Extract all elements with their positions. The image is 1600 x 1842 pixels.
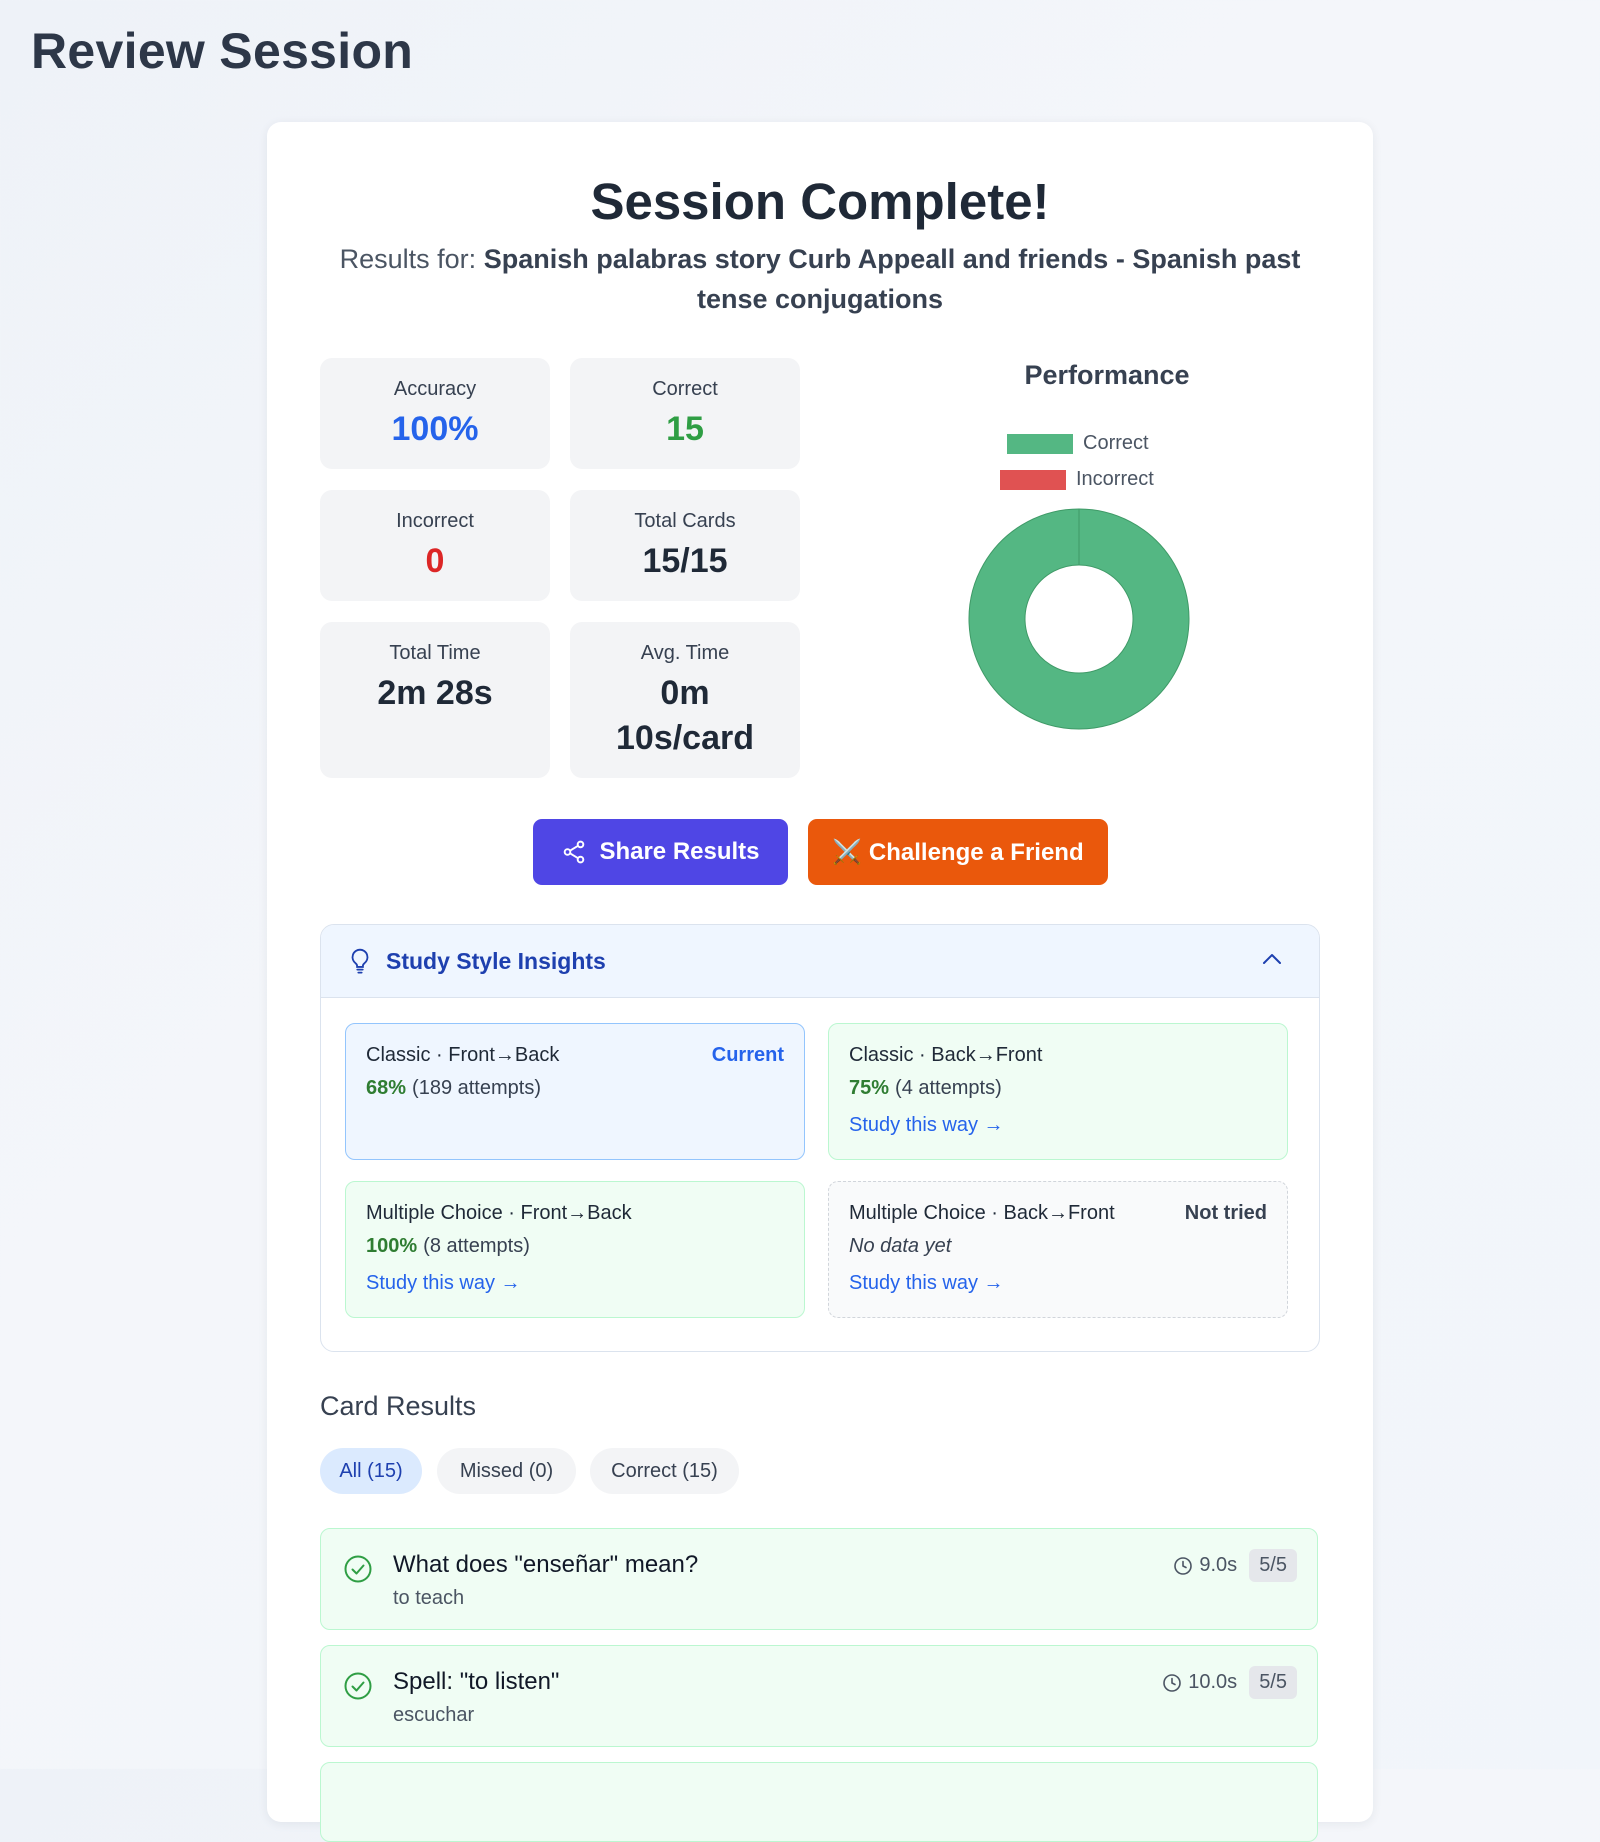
page-title: Review Session	[31, 23, 414, 79]
session-results-card: Session Complete! Results for: Spanish p…	[267, 122, 1373, 1842]
mode-accuracy: 68%	[366, 1077, 407, 1099]
insights-header[interactable]: Study Style Insights	[321, 925, 1319, 998]
study-this-way-link[interactable]: Study this way →	[366, 1272, 784, 1295]
results-prefix: Results for:	[339, 244, 477, 274]
stat-accuracy: Accuracy 100%	[320, 358, 550, 469]
stat-correct: Correct 15	[570, 358, 800, 469]
card-score-badge: 5/5	[1249, 1666, 1297, 1699]
stat-value-line1: 0m	[660, 674, 710, 712]
stat-label: Accuracy	[393, 378, 477, 400]
no-data-note: No data yet	[849, 1235, 952, 1257]
stat-label: Avg. Time	[640, 642, 730, 664]
mode-card-multiple-choice-front-back: Multiple Choice · Front→Back 100% (8 atte…	[345, 1181, 805, 1318]
stat-label: Correct	[652, 378, 718, 400]
results-for-text: Results for: Spanish palabras story Curb…	[337, 239, 1303, 319]
legend-label: Incorrect	[1076, 468, 1154, 490]
mode-name: Multiple Choice · Front→Back	[366, 1202, 632, 1224]
insights-title: Study Style Insights	[386, 947, 606, 974]
chart-title: Performance	[1024, 360, 1190, 390]
card-time: 10.0s	[1188, 1671, 1238, 1693]
share-icon	[561, 839, 587, 865]
mode-card-classic-back-front: Classic · Back→Front 75% (4 attempts) Stu…	[828, 1023, 1288, 1160]
stat-value: 0	[425, 542, 445, 580]
check-circle-icon	[343, 1671, 373, 1706]
clock-icon	[1173, 1556, 1193, 1576]
filter-missed[interactable]: Missed (0)	[437, 1448, 576, 1494]
stat-label: Incorrect	[396, 510, 474, 532]
mode-attempts: (189 attempts)	[412, 1077, 541, 1099]
mode-stats: 68% (189 attempts)	[366, 1077, 784, 1100]
study-this-way-link[interactable]: Study this way →	[849, 1272, 1267, 1295]
mode-stats: 100% (8 attempts)	[366, 1235, 784, 1258]
stat-value-line2: 10s/card	[616, 719, 754, 757]
mode-name: Classic · Back→Front	[849, 1044, 1043, 1066]
legend-label: Correct	[1083, 432, 1149, 454]
stat-value: 2m 28s	[377, 674, 493, 712]
study-style-insights-panel: Study Style Insights Classic · Front→Bac…	[320, 924, 1320, 1352]
session-complete-heading: Session Complete!	[590, 173, 1050, 230]
card-time: 9.0s	[1199, 1554, 1238, 1576]
legend-item-correct: Correct	[1007, 432, 1149, 455]
card-score-badge: 5/5	[1249, 1549, 1297, 1582]
share-results-label: Share Results	[599, 838, 760, 865]
stat-value: 15	[666, 410, 704, 448]
legend-item-incorrect: Incorrect	[1000, 468, 1154, 491]
stat-value: 100%	[391, 410, 479, 448]
stat-total-cards: Total Cards 15/15	[570, 490, 800, 601]
card-result-row[interactable]: What does "enseñar" mean? to teach 9.0s …	[320, 1528, 1318, 1630]
stat-label: Total Cards	[634, 510, 736, 532]
mode-card-classic-front-back: Classic · Front→Back Current 68% (189 att…	[345, 1023, 805, 1160]
performance-donut-chart	[968, 508, 1190, 730]
card-question: What does "enseñar" mean?	[393, 1551, 699, 1578]
filter-correct[interactable]: Correct (15)	[590, 1448, 739, 1494]
chevron-up-icon[interactable]	[1261, 951, 1283, 972]
card-result-row[interactable]	[320, 1762, 1318, 1842]
mode-stats: 75% (4 attempts)	[849, 1077, 1267, 1100]
mode-attempts: (8 attempts)	[423, 1235, 530, 1257]
mode-card-multiple-choice-back-front: Multiple Choice · Back→Front Not tried N…	[828, 1181, 1288, 1318]
stat-total-time: Total Time 2m 28s	[320, 622, 550, 778]
current-badge: Current	[711, 1044, 784, 1066]
challenge-friend-label: ⚔️ Challenge a Friend	[832, 838, 1084, 866]
mode-accuracy: 75%	[849, 1077, 890, 1099]
study-this-way-link[interactable]: Study this way →	[849, 1114, 1267, 1137]
legend-swatch-correct	[1007, 433, 1073, 454]
card-result-row[interactable]: Spell: "to listen" escuchar 10.0s 5/5	[320, 1645, 1318, 1747]
stat-label: Total Time	[389, 642, 481, 664]
share-results-button[interactable]: Share Results	[533, 819, 788, 885]
clock-icon	[1162, 1673, 1182, 1693]
card-answer: escuchar	[393, 1704, 475, 1726]
legend-swatch-incorrect	[1000, 469, 1066, 490]
filter-all[interactable]: All (15)	[320, 1448, 422, 1494]
card-meta: 10.0s 5/5	[1162, 1666, 1297, 1699]
stat-avg-time: Avg. Time 0m 10s/card	[570, 622, 800, 778]
check-circle-icon	[343, 1554, 373, 1589]
challenge-friend-button[interactable]: ⚔️ Challenge a Friend	[808, 819, 1108, 885]
lightbulb-icon	[347, 947, 373, 980]
stat-value: 15/15	[642, 542, 728, 580]
card-results-title: Card Results	[320, 1391, 477, 1421]
card-answer: to teach	[393, 1587, 465, 1609]
stat-incorrect: Incorrect 0	[320, 490, 550, 601]
mode-accuracy: 100%	[366, 1235, 418, 1257]
card-meta: 9.0s 5/5	[1173, 1549, 1297, 1582]
deck-name: Spanish palabras story Curb Appeall and …	[483, 244, 1301, 314]
mode-attempts: (4 attempts)	[895, 1077, 1002, 1099]
card-question: Spell: "to listen"	[393, 1668, 560, 1695]
not-tried-badge: Not tried	[1184, 1202, 1267, 1224]
